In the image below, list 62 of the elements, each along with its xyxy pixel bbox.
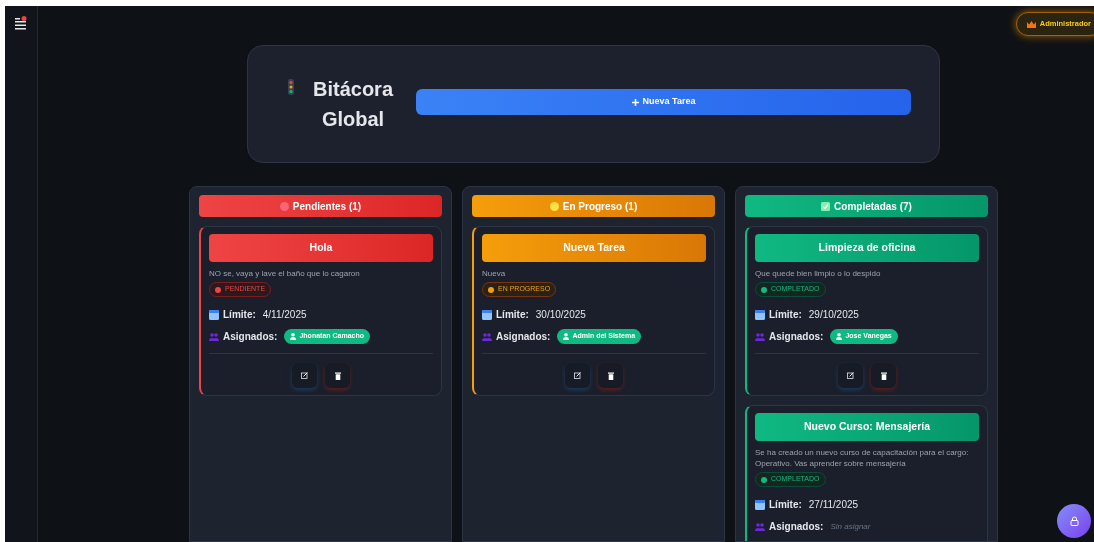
lock-button[interactable] — [1057, 504, 1091, 538]
assigned-label: Asignados: — [496, 330, 551, 344]
menu-icon[interactable] — [15, 16, 27, 30]
trash-icon — [880, 371, 887, 380]
task-description: Que quede bien limpio o lo despido — [755, 268, 882, 279]
trash-icon — [607, 371, 614, 380]
assigned-label: Asignados: — [223, 330, 278, 344]
edit-button[interactable] — [838, 363, 863, 388]
due-date: 30/10/2025 — [535, 308, 586, 322]
checkbox-icon — [821, 201, 831, 211]
task-title: Nueva Tarea — [482, 234, 706, 262]
trash-icon — [334, 371, 341, 380]
circle-icon — [549, 201, 559, 211]
dot-icon — [215, 286, 221, 293]
assigned-label: Asignados: — [769, 520, 824, 534]
limit-label: Límite: — [769, 498, 802, 512]
edit-icon — [574, 372, 581, 379]
delete-button[interactable] — [325, 363, 350, 388]
task-title: Limpieza de oficina — [755, 234, 979, 262]
people-icon — [209, 332, 219, 341]
limit-label: Límite: — [496, 308, 529, 322]
people-icon — [755, 332, 765, 341]
calendar-icon — [209, 309, 219, 320]
task-description: Nueva — [482, 268, 507, 279]
unassigned-text: Sin asignar — [830, 520, 871, 533]
due-date: 4/11/2025 — [262, 308, 307, 322]
column-header: Completadas (7) — [745, 195, 988, 217]
calendar-icon — [755, 499, 765, 510]
column-header: En Progreso (1) — [472, 195, 715, 217]
crown-icon — [1026, 20, 1036, 28]
dot-icon — [488, 286, 494, 293]
delete-button[interactable] — [871, 363, 896, 388]
dot-icon — [761, 286, 767, 293]
traffic-light-icon — [288, 79, 294, 95]
limit-label: Límite: — [769, 308, 802, 322]
people-icon — [482, 332, 492, 341]
limit-label: Límite: — [223, 308, 256, 322]
task-description: Se ha creado un nuevo curso de capacitación para el cargo: Operativo. Vas aprender sobre mensajería — [755, 447, 970, 469]
edit-icon — [847, 372, 854, 379]
edit-button[interactable] — [292, 363, 317, 388]
task-description: NO se, vaya y lave el baño que lo cagaron — [209, 268, 361, 279]
edit-icon — [301, 372, 308, 379]
calendar-icon — [755, 309, 765, 320]
lock-icon — [1069, 516, 1079, 526]
assigned-label: Asignados: — [769, 330, 824, 344]
new-task-button[interactable]: Nueva Tarea — [416, 89, 911, 115]
edit-button[interactable] — [565, 363, 590, 388]
task-title: Nuevo Curso: Mensajería — [755, 413, 979, 441]
person-icon — [290, 333, 297, 340]
people-icon — [755, 522, 765, 531]
delete-button[interactable] — [598, 363, 623, 388]
plus-icon — [631, 98, 639, 106]
column-header: Pendientes (1) — [199, 195, 442, 217]
person-icon — [563, 333, 570, 340]
task-title: Hola — [209, 234, 433, 262]
circle-icon — [279, 201, 289, 211]
due-date: 27/11/2025 — [808, 498, 859, 512]
calendar-icon — [482, 309, 492, 320]
due-date: 29/10/2025 — [808, 308, 859, 322]
page-title: Bitácora Global — [312, 77, 395, 132]
dot-icon — [761, 476, 767, 483]
person-icon — [836, 333, 843, 340]
